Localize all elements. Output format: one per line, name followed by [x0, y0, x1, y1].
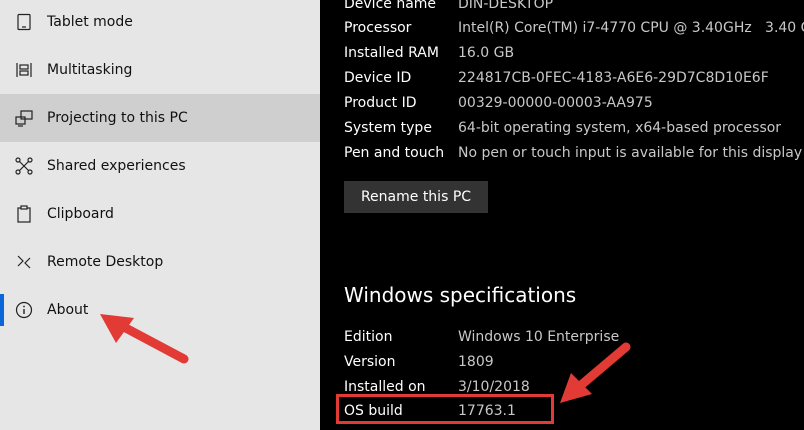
arrow-to-about: [100, 314, 189, 364]
annotation-arrows: [100, 314, 631, 403]
arrow-to-os-build: [560, 342, 631, 403]
